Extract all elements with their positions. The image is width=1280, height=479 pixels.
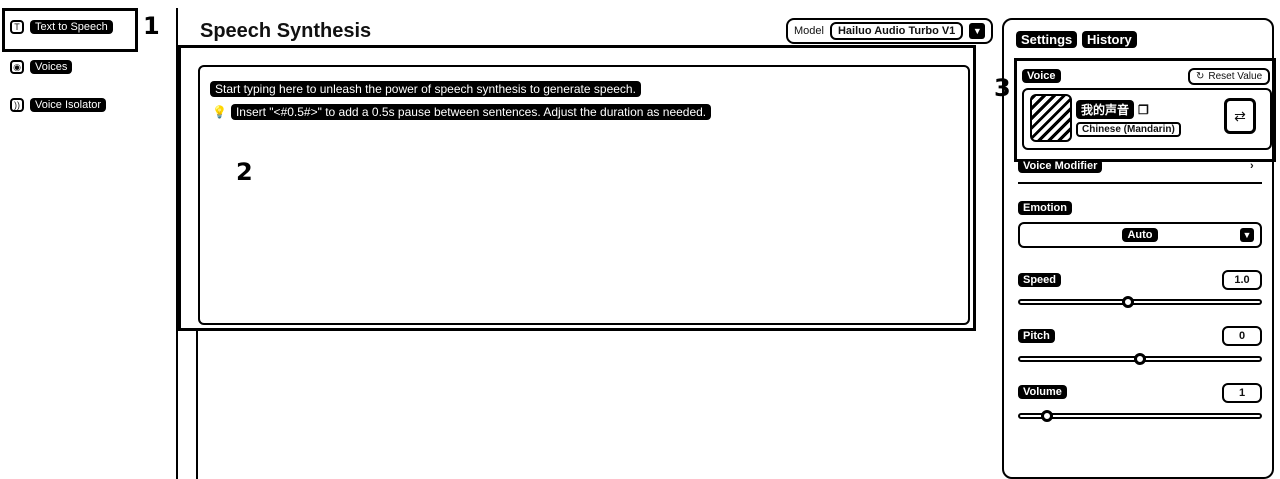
emotion-value: Auto [1122,228,1158,242]
copy-icon: ❐ [1138,102,1149,117]
chevron-down-icon: ▼ [1240,228,1254,242]
callout-number-2: 2 [236,158,253,186]
tab-history[interactable]: History [1082,31,1137,48]
callout-number-3: 3 [994,74,1011,102]
pitch-value-input[interactable]: 0 [1222,326,1262,346]
reset-value-button[interactable]: ↻ Reset Value [1188,68,1271,85]
editor-placeholder: Start typing here to unleash the power o… [210,81,641,97]
volume-value-input[interactable]: 1 [1222,383,1262,403]
sidebar-item-voice-isolator[interactable]: )) Voice Isolator [10,98,107,112]
sidebar-item-text-to-speech[interactable]: T Text to Speech [10,20,113,34]
voice-label: Voice [1022,69,1061,83]
reset-label: Reset Value [1208,71,1263,82]
voice-avatar [1030,94,1072,142]
chevron-right-icon[interactable]: › [1250,160,1254,172]
tab-settings[interactable]: Settings [1016,31,1078,48]
voice-name: 我的声音 ❐ [1076,100,1149,119]
emotion-label: Emotion [1018,201,1072,215]
emotion-select[interactable]: Auto ▼ [1018,222,1262,248]
main-bottom-line [196,330,198,479]
text-icon: T [10,20,24,34]
pause-hint: 💡 Insert "<#0.5#>" to add a 0.5s pause b… [212,104,712,120]
pitch-slider-thumb[interactable] [1134,353,1146,365]
volume-label: Volume [1018,385,1067,399]
speed-label: Speed [1018,273,1062,287]
lightbulb-icon: 💡 [212,105,227,119]
refresh-icon: ↻ [1196,71,1205,82]
voice-swap-button[interactable]: ⇄ [1224,98,1256,134]
speed-value-input[interactable]: 1.0 [1222,270,1262,290]
page-title: Speech Synthesis [200,20,372,42]
model-label: Model [794,25,824,37]
swap-icon: ⇄ [1234,107,1246,124]
volume-slider[interactable] [1018,413,1262,419]
voice-language-badge: Chinese (Mandarin) [1076,122,1181,137]
callout-number-1: 1 [143,12,160,40]
sidebar-item-label: Text to Speech [30,20,113,34]
hint-text: Insert "<#0.5#>" to add a 0.5s pause bet… [230,104,712,120]
sidebar-item-label: Voices [30,60,73,74]
pitch-label: Pitch [1018,329,1055,343]
model-selector[interactable]: Model Hailuo Audio Turbo V1 ▼ [786,18,994,44]
sidebar-item-voices[interactable]: ◉ Voices [10,60,73,74]
sidebar-item-label: Voice Isolator [30,98,107,112]
voice-isolator-icon: )) [10,98,24,112]
voice-modifier-line [1018,182,1262,184]
chevron-down-icon: ▼ [969,23,986,39]
speed-slider[interactable] [1018,299,1262,305]
voice-modifier-label: Voice Modifier [1018,159,1103,173]
voices-icon: ◉ [10,60,24,74]
model-value: Hailuo Audio Turbo V1 [829,22,964,40]
